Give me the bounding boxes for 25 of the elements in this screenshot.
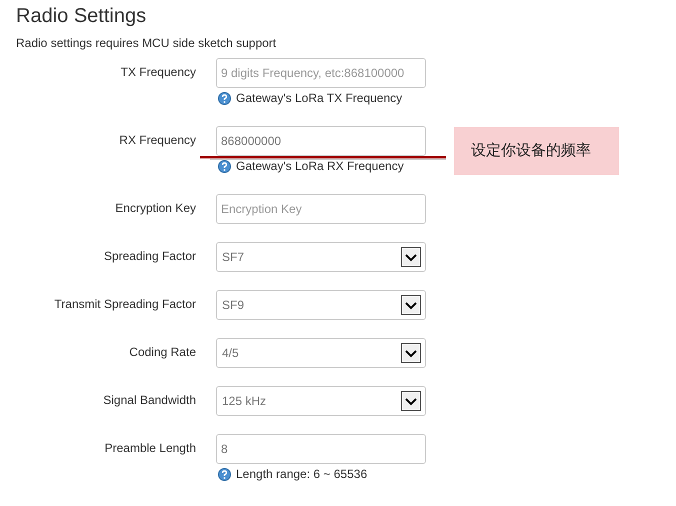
field-label: RX Frequency xyxy=(119,133,196,147)
text-field[interactable]: Encryption Key xyxy=(216,194,426,224)
help-icon xyxy=(218,160,231,172)
field-label: Transmit Spreading Factor xyxy=(54,297,196,311)
help-icon xyxy=(218,92,231,104)
hint-text: Gateway's LoRa RX Frequency xyxy=(236,159,404,173)
field-label: Spreading Factor xyxy=(104,249,196,263)
dropdown[interactable]: 4/5 xyxy=(216,338,426,368)
hint-text: Length range: 6 ~ 65536 xyxy=(236,467,368,481)
text-field[interactable]: 9 digits Frequency, etc:868100000 xyxy=(216,58,426,88)
help-icon xyxy=(218,468,231,480)
description: Radio settings requires MCU side sketch support xyxy=(16,35,278,51)
field-label: Encryption Key xyxy=(115,201,196,215)
dropdown[interactable]: SF7 xyxy=(216,242,426,272)
section-title: Radio Settings xyxy=(16,4,148,28)
annotation-note: 设定你设备的频率 xyxy=(454,127,619,175)
field-label: Preamble Length xyxy=(104,441,196,455)
dropdown[interactable]: 125 kHz xyxy=(216,386,426,416)
text-field[interactable]: 868000000 xyxy=(216,126,426,156)
field-label: TX Frequency xyxy=(120,65,196,79)
field-label: Coding Rate xyxy=(129,345,196,359)
hint-text: Gateway's LoRa TX Frequency xyxy=(236,91,402,105)
text-field[interactable]: 8 xyxy=(216,434,426,464)
dropdown[interactable]: SF9 xyxy=(216,290,426,320)
field-label: Signal Bandwidth xyxy=(103,393,196,407)
